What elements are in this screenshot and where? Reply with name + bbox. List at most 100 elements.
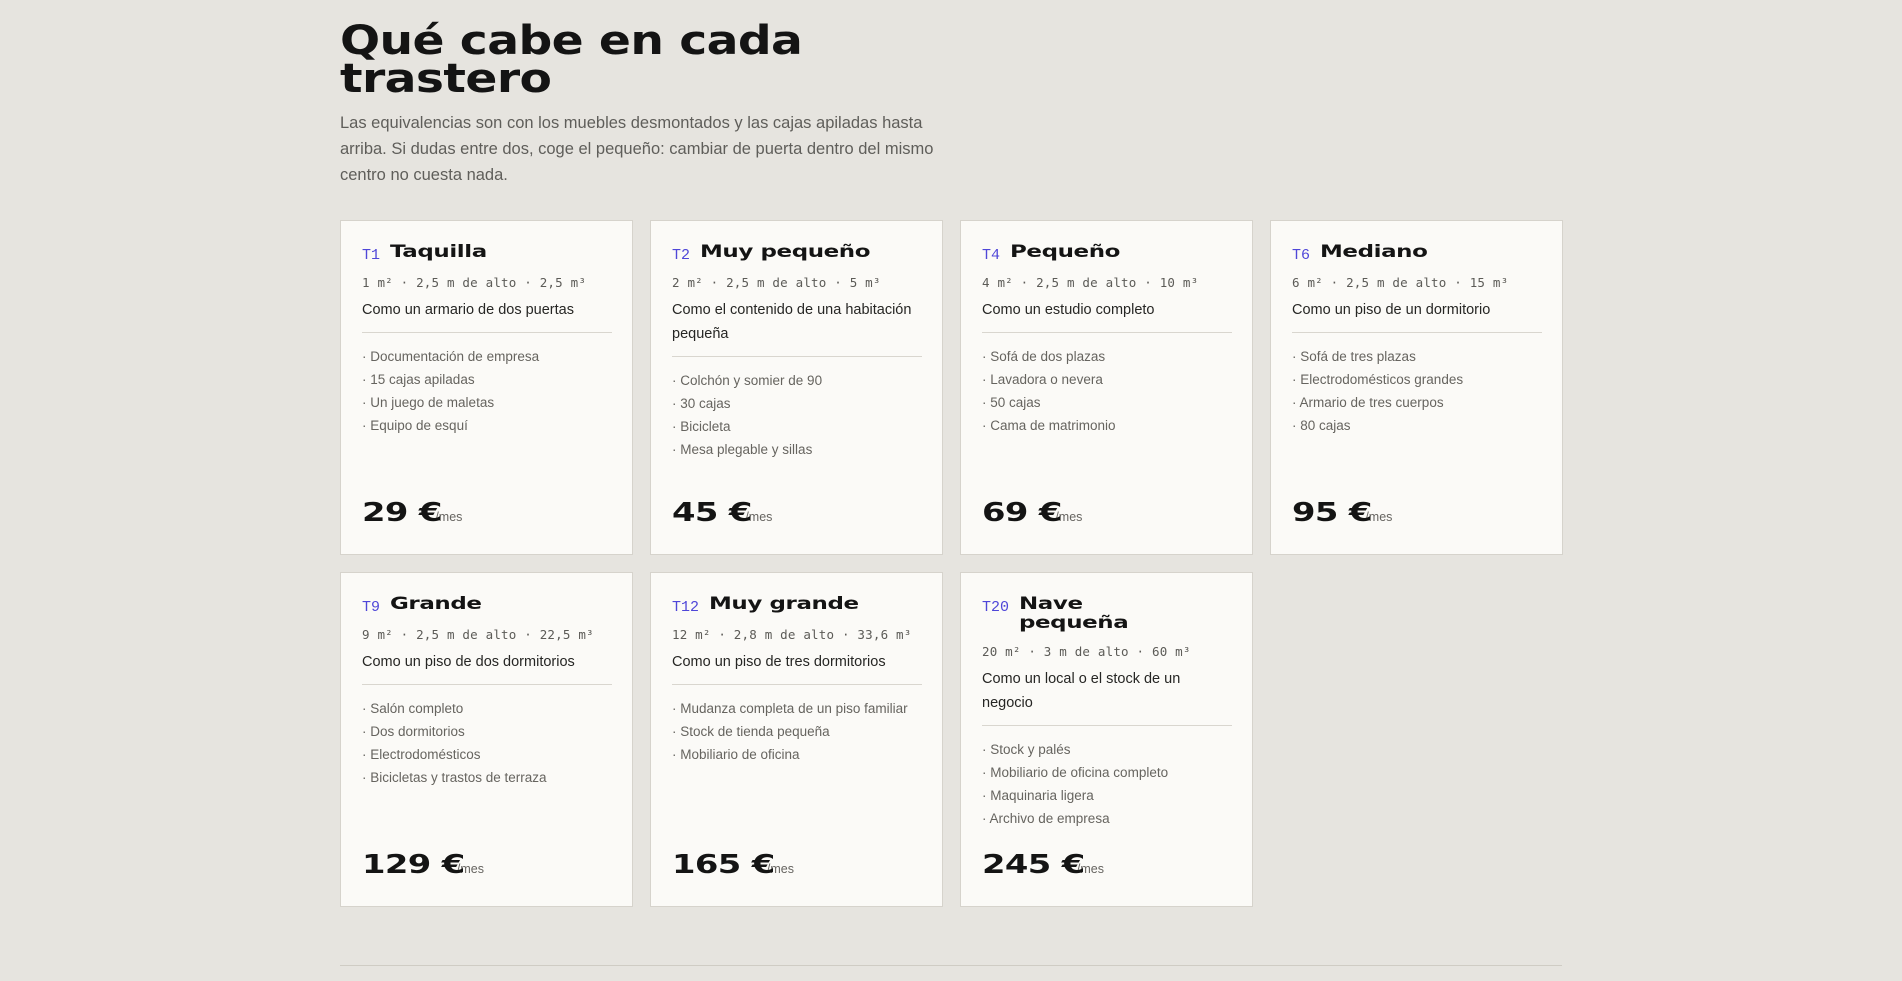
- list-item: 80 cajas: [1292, 414, 1532, 437]
- list-item: Stock de tienda pequeña: [672, 720, 912, 743]
- divider: [362, 684, 612, 685]
- list-item: Bicicletas y trastos de terraza: [362, 766, 602, 789]
- divider: [1292, 332, 1542, 333]
- fits-list: Sofá de tres plazas Electrodomésticos gr…: [1292, 345, 1541, 437]
- list-item: Mesa plegable y sillas: [672, 438, 912, 461]
- divider: [672, 356, 922, 357]
- divider: [672, 684, 922, 685]
- list-item: Salón completo: [362, 697, 602, 720]
- unit-name: Nave pequeña: [1019, 594, 1129, 633]
- card-header: T4 Pequeño: [982, 242, 1231, 265]
- unit-specs: 2 m² · 2,5 m de alto · 5 m³: [672, 275, 881, 290]
- list-item: 15 cajas apiladas: [362, 368, 602, 391]
- storage-card-t2: T2 Muy pequeño 2 m² · 2,5 m de alto · 5 …: [650, 220, 943, 555]
- list-item: Armario de tres cuerpos: [1292, 391, 1532, 414]
- unit-code: T2: [672, 247, 691, 264]
- unit-code: T1: [362, 247, 381, 264]
- price-amount: 245 €: [982, 850, 1085, 880]
- unit-equivalence: Como un piso de dos dormitorios: [362, 654, 575, 670]
- list-item: Mobiliario de oficina: [672, 743, 912, 766]
- unit-name: Muy grande: [709, 594, 859, 614]
- price: 95 € /mes: [1292, 498, 1392, 528]
- list-item: Electrodomésticos grandes: [1292, 368, 1532, 391]
- price: 129 € /mes: [362, 850, 484, 880]
- unit-specs: 4 m² · 2,5 m de alto · 10 m³: [982, 275, 1199, 290]
- storage-card-t6: T6 Mediano 6 m² · 2,5 m de alto · 15 m³ …: [1270, 220, 1563, 555]
- price-amount: 129 €: [362, 850, 465, 880]
- list-item: Documentación de empresa: [362, 345, 602, 368]
- card-header: T9 Grande: [362, 594, 611, 617]
- unit-name: Pequeño: [1010, 242, 1121, 262]
- divider: [362, 332, 612, 333]
- unit-equivalence: Como un armario de dos puertas: [362, 302, 574, 318]
- storage-sizes-section: Qué cabe en cada trastero Las equivalenc…: [340, 0, 1563, 907]
- unit-code: T12: [672, 599, 700, 616]
- unit-specs: 20 m² · 3 m de alto · 60 m³: [982, 644, 1191, 659]
- price: 165 € /mes: [672, 850, 794, 880]
- storage-card-t20: T20 Nave pequeña 20 m² · 3 m de alto · 6…: [960, 572, 1253, 907]
- list-item: Archivo de empresa: [982, 807, 1222, 830]
- unit-code: T20: [982, 599, 1010, 616]
- unit-name: Muy pequeño: [700, 242, 871, 262]
- section-intro: Las equivalencias son con los muebles de…: [340, 114, 934, 184]
- unit-specs: 12 m² · 2,8 m de alto · 33,6 m³: [672, 627, 912, 642]
- list-item: Dos dormitorios: [362, 720, 602, 743]
- list-item: Maquinaria ligera: [982, 784, 1222, 807]
- divider: [982, 725, 1232, 726]
- list-item: Un juego de maletas: [362, 391, 602, 414]
- section-bottom-divider: [340, 965, 1562, 966]
- fits-list: Sofá de dos plazas Lavadora o nevera 50 …: [982, 345, 1231, 437]
- storage-card-t9: T9 Grande 9 m² · 2,5 m de alto · 22,5 m³…: [340, 572, 633, 907]
- fits-list: Salón completo Dos dormitorios Electrodo…: [362, 697, 611, 789]
- storage-card-t12: T12 Muy grande 12 m² · 2,8 m de alto · 3…: [650, 572, 943, 907]
- list-item: Sofá de dos plazas: [982, 345, 1222, 368]
- unit-specs: 6 m² · 2,5 m de alto · 15 m³: [1292, 275, 1509, 290]
- price: 245 € /mes: [982, 850, 1104, 880]
- list-item: 30 cajas: [672, 392, 912, 415]
- list-item: Cama de matrimonio: [982, 414, 1222, 437]
- list-item: Equipo de esquí: [362, 414, 602, 437]
- divider: [982, 332, 1232, 333]
- unit-equivalence: Como un piso de tres dormitorios: [672, 654, 886, 670]
- list-item: Bicicleta: [672, 415, 912, 438]
- price-amount: 95 €: [1292, 498, 1372, 528]
- unit-name: Grande: [390, 594, 482, 614]
- list-item: Electrodomésticos: [362, 743, 602, 766]
- price: 45 € /mes: [672, 498, 772, 528]
- fits-list: Documentación de empresa 15 cajas apilad…: [362, 345, 611, 437]
- unit-name: Taquilla: [390, 242, 487, 262]
- price: 69 € /mes: [982, 498, 1082, 528]
- section-title: Qué cabe en cada trastero: [340, 18, 803, 102]
- fits-list: Stock y palés Mobiliario de oficina comp…: [982, 738, 1231, 830]
- fits-list: Mudanza completa de un piso familiar Sto…: [672, 697, 921, 766]
- list-item: Mobiliario de oficina completo: [982, 761, 1222, 784]
- fits-list: Colchón y somier de 90 30 cajas Biciclet…: [672, 369, 921, 461]
- card-header: T1 Taquilla: [362, 242, 611, 265]
- price-amount: 45 €: [672, 498, 752, 528]
- card-header: T6 Mediano: [1292, 242, 1541, 265]
- price-amount: 165 €: [672, 850, 775, 880]
- price-amount: 29 €: [362, 498, 442, 528]
- unit-specs: 1 m² · 2,5 m de alto · 2,5 m³: [362, 275, 587, 290]
- unit-code: T4: [982, 247, 1001, 264]
- storage-card-t1: T1 Taquilla 1 m² · 2,5 m de alto · 2,5 m…: [340, 220, 633, 555]
- unit-specs: 9 m² · 2,5 m de alto · 22,5 m³: [362, 627, 594, 642]
- price: 29 € /mes: [362, 498, 462, 528]
- list-item: Stock y palés: [982, 738, 1222, 761]
- list-item: Mudanza completa de un piso familiar: [672, 697, 912, 720]
- storage-cards-grid: T1 Taquilla 1 m² · 2,5 m de alto · 2,5 m…: [340, 220, 1563, 907]
- card-header: T2 Muy pequeño: [672, 242, 921, 265]
- unit-equivalence: Como un local o el stock de un negocio: [982, 671, 1181, 711]
- price-amount: 69 €: [982, 498, 1062, 528]
- unit-code: T9: [362, 599, 381, 616]
- unit-equivalence: Como un piso de un dormitorio: [1292, 302, 1491, 318]
- storage-card-t4: T4 Pequeño 4 m² · 2,5 m de alto · 10 m³ …: [960, 220, 1253, 555]
- unit-equivalence: Como el contenido de una habitación pequ…: [672, 302, 912, 342]
- list-item: Sofá de tres plazas: [1292, 345, 1532, 368]
- unit-equivalence: Como un estudio completo: [982, 302, 1155, 318]
- list-item: 50 cajas: [982, 391, 1222, 414]
- unit-name: Mediano: [1320, 242, 1428, 262]
- list-item: Colchón y somier de 90: [672, 369, 912, 392]
- unit-code: T6: [1292, 247, 1311, 264]
- card-header: T12 Muy grande: [672, 594, 921, 617]
